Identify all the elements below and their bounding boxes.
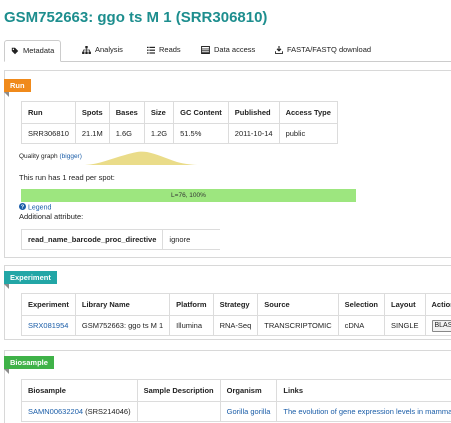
cell-library-name: GSM752663: ggo ts M 1 xyxy=(74,315,171,336)
cell-layout: SINGLE xyxy=(383,315,426,336)
cell-strategy: RNA-Seq xyxy=(212,315,259,336)
col-header: Library Name xyxy=(74,293,171,316)
table-row: read_name_barcode_proc_directive ignore xyxy=(20,229,221,250)
biosample-ribbon: Biosample xyxy=(4,356,54,374)
cell-source: TRANSCRIPTOMIC xyxy=(257,315,339,336)
cell-size: 1.2G xyxy=(143,123,175,144)
tab-metadata[interactable]: Metadata xyxy=(4,40,62,62)
table-row: SAMN00632204 (SRS214046) Gorilla gorilla… xyxy=(21,401,451,422)
col-header: Source xyxy=(257,293,339,316)
col-header: Layout xyxy=(383,293,426,316)
tab-fasta-download[interactable]: FASTA/FASTQ download xyxy=(269,40,377,60)
cell-spots: 21.1M xyxy=(74,123,110,144)
tab-label: Analysis xyxy=(95,45,123,54)
page-title: GSM752663: ggo ts M 1 (SRR306810) xyxy=(4,9,268,26)
col-header: Experiment xyxy=(21,293,76,316)
experiment-ribbon: Experiment xyxy=(4,271,57,289)
server-icon xyxy=(201,46,210,55)
col-header: Links xyxy=(276,379,451,402)
attribute-value: ignore xyxy=(162,229,221,250)
help-icon: ? xyxy=(19,203,26,212)
run-accession: SRR306810 xyxy=(21,123,76,144)
svg-text:?: ? xyxy=(21,205,25,210)
tag-icon xyxy=(11,47,19,55)
cell-action: BLAST xyxy=(424,315,451,336)
table-header-row: Experiment Library Name Platform Strateg… xyxy=(21,293,451,316)
run-table: Run Spots Bases Size GC Content Publishe… xyxy=(21,101,338,144)
cell-biosample: SAMN00632204 (SRS214046) xyxy=(21,401,138,422)
quality-graph-bigger-link[interactable]: (bigger) xyxy=(59,153,81,160)
biosample-link[interactable]: SAMN00632204 xyxy=(28,407,83,416)
download-icon xyxy=(275,46,283,54)
sitemap-icon xyxy=(82,46,91,55)
col-header: Size xyxy=(143,101,175,124)
col-header: Sample Description xyxy=(136,379,221,402)
quality-graph-label: Quality graph (bigger) xyxy=(19,153,82,160)
cell-links: The evolution of gene expression levels … xyxy=(276,401,451,422)
quality-histogram xyxy=(85,151,200,165)
read-length-bar: L=76, 100% xyxy=(21,189,356,202)
sra-sample-id: (SRS214046) xyxy=(85,407,131,416)
cell-access-type: public xyxy=(278,123,338,144)
table-header-row: Run Spots Bases Size GC Content Publishe… xyxy=(21,101,338,124)
attribute-name: read_name_barcode_proc_directive xyxy=(20,229,164,250)
col-header: Platform xyxy=(169,293,214,316)
run-panel: Run Run Spots Bases Size GC Content Publ… xyxy=(4,70,451,258)
blast-button[interactable]: BLAST xyxy=(431,319,451,332)
cell-published: 2011-10-14 xyxy=(227,123,280,144)
tab-label: Metadata xyxy=(23,46,55,55)
publication-link[interactable]: The evolution of gene expression levels … xyxy=(283,407,451,416)
experiment-panel: Experiment Experiment Library Name Platf… xyxy=(4,265,451,340)
cell-bases: 1.6G xyxy=(108,123,145,144)
cell-selection: cDNA xyxy=(337,315,385,336)
cell-gc-content: 51.5% xyxy=(173,123,229,144)
col-header: Organism xyxy=(219,379,278,402)
col-header: Action xyxy=(424,293,451,316)
additional-attribute-label: Additional attribute: xyxy=(19,212,84,221)
col-header: Strategy xyxy=(212,293,259,316)
tab-label: FASTA/FASTQ download xyxy=(287,45,372,54)
col-header: Spots xyxy=(74,101,110,124)
biosample-table: Biosample Sample Description Organism Li… xyxy=(21,379,451,422)
biosample-panel: Biosample Biosample Sample Description O… xyxy=(4,350,451,423)
reads-per-spot-text: This run has 1 read per spot: xyxy=(19,173,115,182)
table-row: SRX081954 GSM752663: ggo ts M 1 Illumina… xyxy=(21,315,451,336)
table-row: SRR306810 21.1M 1.6G 1.2G 51.5% 2011-10-… xyxy=(21,123,338,144)
col-header: Published xyxy=(227,101,280,124)
legend-link[interactable]: ? Legend xyxy=(19,203,51,212)
col-header: Selection xyxy=(337,293,385,316)
tab-label: Reads xyxy=(159,45,181,54)
organism-link[interactable]: Gorilla gorilla xyxy=(227,407,271,416)
experiment-table: Experiment Library Name Platform Strateg… xyxy=(21,293,451,336)
cell-organism: Gorilla gorilla xyxy=(219,401,278,422)
tab-analysis[interactable]: Analysis xyxy=(76,40,129,60)
attribute-table: read_name_barcode_proc_directive ignore xyxy=(20,229,221,250)
tab-label: Data access xyxy=(214,45,256,54)
table-header-row: Biosample Sample Description Organism Li… xyxy=(21,379,451,402)
col-header: Bases xyxy=(108,101,145,124)
run-ribbon: Run xyxy=(4,79,31,97)
cell-platform: Illumina xyxy=(169,315,214,336)
cell-sample-description xyxy=(136,401,221,422)
col-header: Run xyxy=(21,101,76,124)
col-header: Access Type xyxy=(278,101,338,124)
col-header: Biosample xyxy=(21,379,138,402)
tab-data-access[interactable]: Data access xyxy=(195,40,261,60)
list-icon xyxy=(147,46,155,54)
experiment-link[interactable]: SRX081954 xyxy=(21,315,76,336)
col-header: GC Content xyxy=(173,101,229,124)
tab-reads[interactable]: Reads xyxy=(141,40,187,60)
tab-bar: Metadata Analysis Reads Data access FAST… xyxy=(4,40,451,62)
